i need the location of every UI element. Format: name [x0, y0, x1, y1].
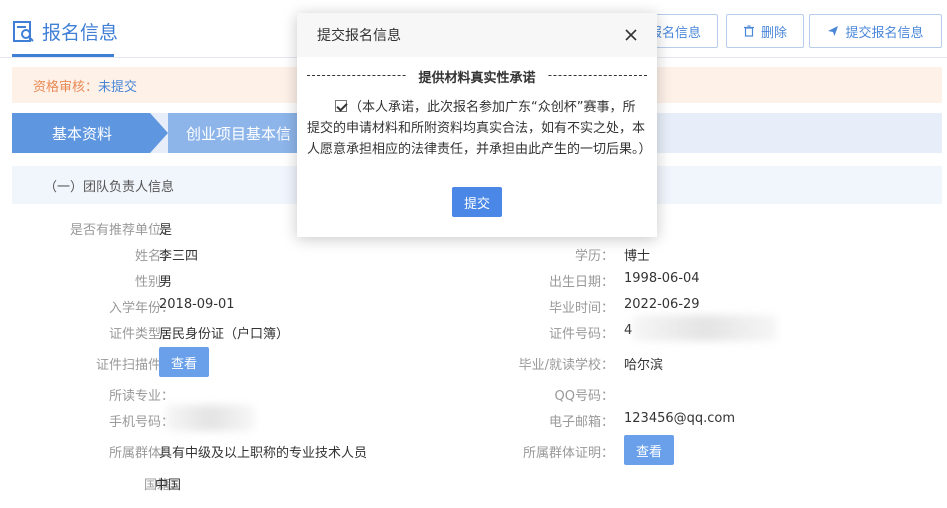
review-status-label: 资格审核：	[33, 79, 99, 95]
send-icon	[828, 26, 839, 36]
phone-label: 手机号码：	[108, 415, 174, 430]
dialog-title: 提交报名信息	[317, 28, 401, 44]
id-scan-label: 证件扫描件：	[95, 358, 174, 373]
title-wrap: 报名信息	[12, 20, 118, 56]
id-number-label: 证件号码：	[548, 327, 614, 342]
trash-icon	[743, 25, 754, 37]
name-value: 李三四	[159, 249, 199, 264]
recommend-value: 是	[159, 223, 173, 238]
delete-button[interactable]: 删除	[726, 14, 804, 48]
dialog-header: 提交报名信息	[297, 13, 657, 57]
phone-redaction	[165, 405, 255, 431]
school-label: 毕业/就读学校：	[518, 358, 614, 373]
id-number-redaction	[632, 315, 777, 341]
graduation-label: 毕业时间：	[548, 301, 614, 316]
dialog-submit-button[interactable]: 提交	[452, 187, 502, 217]
delete-label: 删除	[760, 25, 787, 41]
id-scan-view-button[interactable]: 查看	[159, 347, 209, 377]
submit-dialog: 提交报名信息 提供材料真实性承诺 （本人承诺，此次报名参加广东“众创杯”赛事，所…	[297, 13, 657, 237]
group-proof-view-label: 查看	[635, 444, 662, 460]
dialog-submit-label: 提交	[463, 196, 490, 212]
review-status-value: 未提交	[98, 79, 138, 95]
name-label: 姓名：	[134, 249, 174, 264]
submit-info-button[interactable]: 提交报名信息	[809, 14, 942, 48]
birthdate-label: 出生日期：	[548, 275, 614, 290]
graduation-value: 2022-06-29	[624, 297, 700, 312]
id-type-value: 居民身份证（户口簿）	[159, 327, 290, 342]
enroll-year-label: 入学年份：	[108, 301, 174, 316]
gender-value: 男	[159, 275, 173, 290]
title-underline	[12, 54, 114, 57]
agree-checkbox[interactable]	[335, 100, 347, 112]
commit-title: 提供材料真实性承诺	[407, 67, 547, 86]
commit-text: （本人承诺，此次报名参加广东“众创杯”赛事，所提交的申请材料和所附资料均真实合法…	[307, 100, 652, 157]
page-title: 报名信息	[42, 22, 119, 44]
group-value: 具有中级及以上职称的专业技术人员	[159, 446, 368, 461]
major-label: 所读专业：	[108, 389, 174, 404]
school-value: 哈尔滨	[624, 358, 664, 373]
document-search-icon	[13, 21, 34, 42]
education-label: 学历：	[574, 249, 614, 264]
group-label: 所属群体：	[108, 446, 174, 461]
commit-statement: （本人承诺，此次报名参加广东“众创杯”赛事，所提交的申请材料和所附资料均真实合法…	[307, 97, 652, 160]
id-type-label: 证件类型：	[108, 327, 174, 342]
gender-label: 性别：	[134, 275, 174, 290]
enroll-year-value: 2018-09-01	[159, 297, 235, 312]
recommend-label: 是否有推荐单位：	[69, 223, 174, 238]
step-arrow	[150, 113, 168, 153]
email-value: 123456@qq.com	[624, 411, 736, 426]
page: 报名信息 报名信息 删除 提交报名信息 资格审核： 未提交 基本资料 创业项目基…	[0, 0, 947, 508]
tab-project-info[interactable]: 创业项目基本信	[168, 113, 308, 153]
education-value: 博士	[624, 249, 651, 264]
submit-info-label: 提交报名信息	[845, 25, 924, 41]
group-proof-view-button[interactable]: 查看	[624, 435, 674, 465]
nationality-value: 中国	[155, 478, 182, 493]
group-proof-label: 所属群体证明：	[522, 446, 614, 461]
qq-label: QQ号码：	[554, 389, 614, 404]
birthdate-value: 1998-06-04	[624, 271, 700, 286]
tab-basic-info[interactable]: 基本资料	[12, 113, 150, 153]
id-scan-view-label: 查看	[170, 356, 197, 372]
close-icon[interactable]	[623, 27, 639, 43]
email-label: 电子邮箱：	[548, 415, 614, 430]
